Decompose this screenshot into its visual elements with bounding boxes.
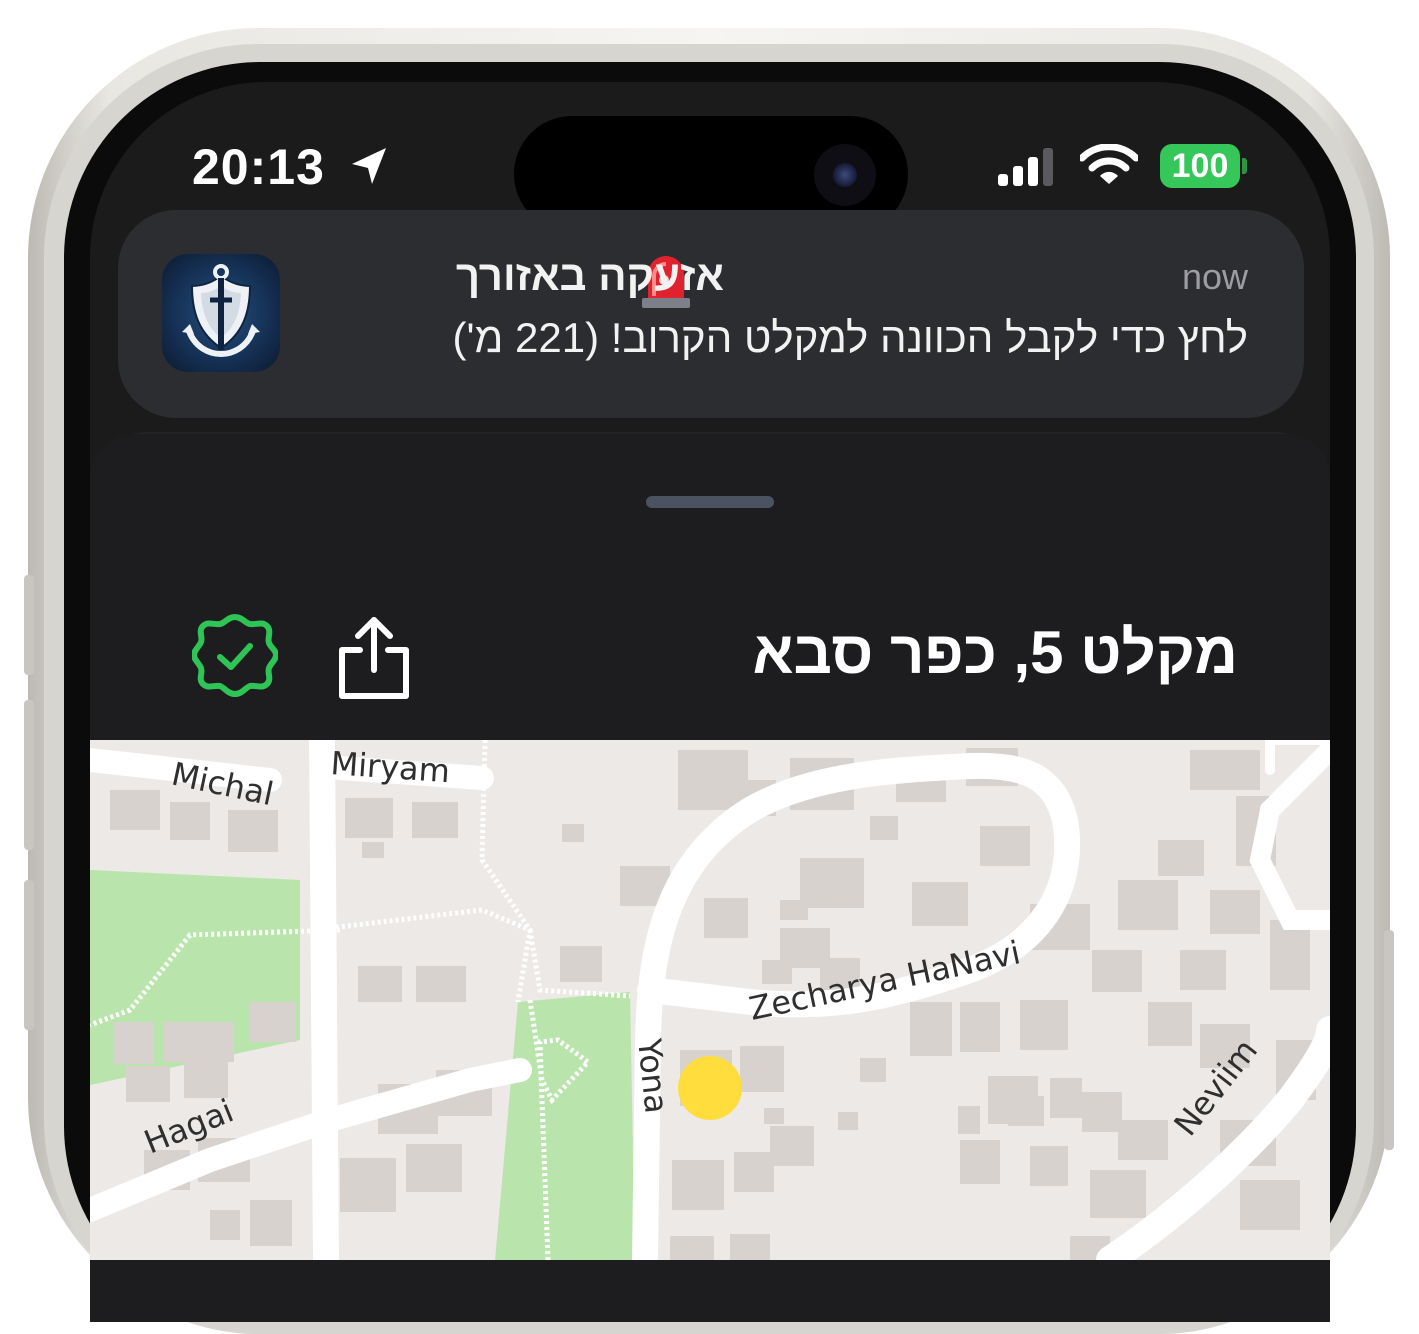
battery-nub <box>1242 158 1247 174</box>
verified-badge-icon[interactable] <box>192 612 278 698</box>
notification-title: אזעקה באזורך <box>455 252 724 299</box>
shelter-marker[interactable] <box>678 1056 742 1120</box>
notification-time: now <box>1181 256 1248 297</box>
power-button <box>1384 930 1394 1150</box>
shelter-title: מקלט 5, כפר סבא <box>752 619 1238 686</box>
street-label-yona: Yona <box>630 1036 676 1115</box>
volume-up-button <box>24 700 34 850</box>
map-canvas: Michal Miryam Zecharya HaNavi Yona Hagai… <box>90 740 1330 1260</box>
screen: 20:13 100 אזעקה באזורך now לחץ כדי לקבל … <box>90 82 1330 1322</box>
volume-down-button <box>24 880 34 1030</box>
notification-banner[interactable]: אזעקה באזורך now לחץ כדי לקבל הכוונה למק… <box>118 210 1304 418</box>
battery-indicator: 100 <box>1160 144 1240 188</box>
shelter-sheet: מקלט 5, כפר סבא Michal Miryam Zecharya H… <box>90 434 1330 1322</box>
front-camera <box>814 144 876 206</box>
shield-anchor-icon <box>162 254 280 372</box>
street-label-miryam: Miryam <box>329 744 451 790</box>
map-view[interactable]: Michal Miryam Zecharya HaNavi Yona Hagai… <box>90 740 1330 1260</box>
share-icon[interactable] <box>334 614 414 700</box>
location-arrow-icon <box>352 148 386 184</box>
side-button <box>24 575 34 675</box>
notification-body: לחץ כדי לקבל הכוונה למקלט הקרוב! (221 מ'… <box>452 314 1248 361</box>
wifi-icon <box>1080 144 1138 184</box>
status-time: 20:13 <box>192 139 325 195</box>
cellular-signal-icon <box>998 148 1053 186</box>
sheet-grabber[interactable] <box>646 496 774 508</box>
